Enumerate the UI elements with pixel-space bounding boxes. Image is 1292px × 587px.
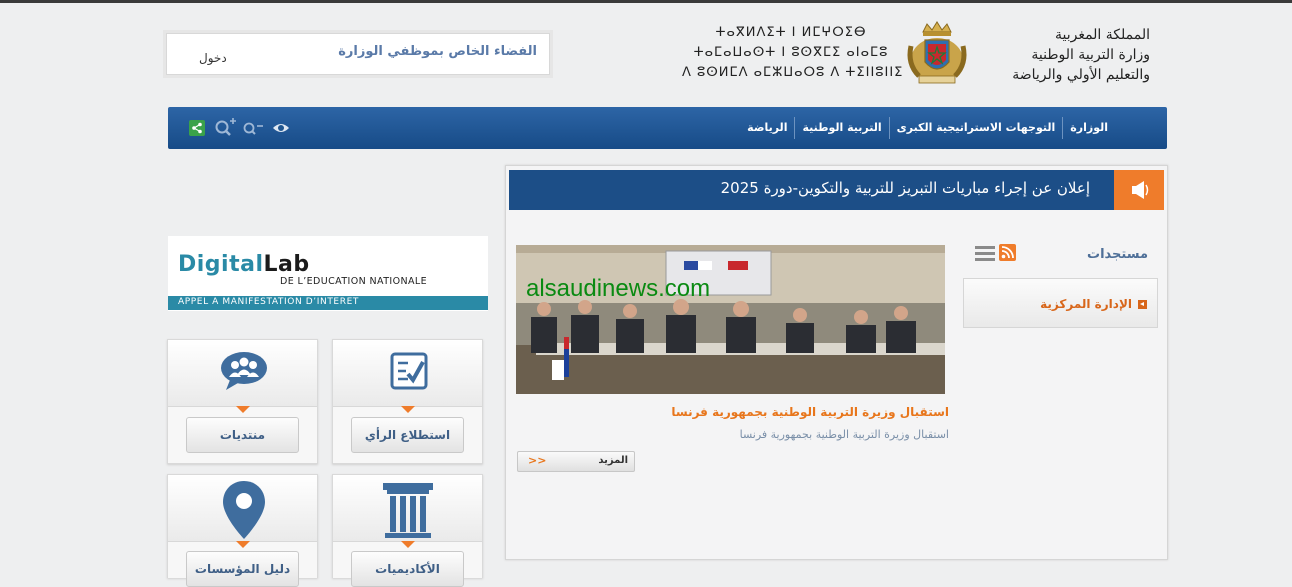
users-group-icon[interactable]	[220, 350, 268, 396]
tile-institutions: دليل المؤسسات	[167, 474, 318, 587]
banner-title-digital: Digital	[178, 252, 264, 277]
news-heading: مستجدات	[1087, 247, 1148, 262]
news-photo-watermark: alsaudinews.com	[526, 275, 711, 302]
top-border	[0, 0, 1292, 3]
digital-lab-title: DigitalLab	[178, 252, 310, 277]
nav-menu: الوزارة التوجهات الاستراتيجية الكبرى الت…	[740, 107, 1115, 149]
login-link[interactable]: دخول	[199, 51, 227, 65]
ministry-ar-line-3: والتعليم الأولي والرياضة	[1012, 67, 1150, 83]
nav-item-national-education[interactable]: التربية الوطنية	[794, 117, 888, 139]
ministry-tf-line-2: ⵜⴰⵎⴰⵡⴰⵙⵜ ⵏ ⵓⵙⴳⵎⵉ ⴰⵏⴰⵎⵓ	[693, 45, 889, 60]
rss-icon[interactable]	[999, 244, 1016, 265]
tile-institutions-header	[168, 475, 317, 542]
megaphone-icon	[1114, 170, 1164, 210]
survey-button[interactable]: استطلاع الرأي	[351, 417, 464, 453]
sidebar-item-label: الإدارة المركزية	[1040, 297, 1132, 311]
tile-pointer	[236, 406, 250, 413]
banner-bar-text: APPEL A MANIFESTATION D’INTERET	[178, 297, 359, 307]
share-icon[interactable]	[186, 117, 208, 139]
academies-button[interactable]: الأكاديميات	[351, 551, 464, 587]
more-button-label: المزيد	[598, 455, 628, 466]
sidebar-menu: الإدارة المركزية	[963, 278, 1158, 328]
sidebar-item-central-administration[interactable]: الإدارة المركزية	[1040, 297, 1147, 311]
zoom-out-icon[interactable]	[242, 117, 264, 139]
ministry-ar-line-1: المملكة المغربية	[1054, 27, 1150, 43]
institutions-guide-button[interactable]: دليل المؤسسات	[186, 551, 299, 587]
tile-pointer	[236, 541, 250, 548]
checklist-icon[interactable]	[390, 352, 428, 394]
double-chevron-icon: >>	[528, 454, 547, 467]
nav-item-strategic-orientations[interactable]: التوجهات الاستراتيجية الكبرى	[888, 117, 1063, 139]
banner-bar: APPEL A MANIFESTATION D’INTERET	[168, 296, 488, 310]
tile-pointer	[401, 406, 415, 413]
news-description: استقبال وزيرة التربية الوطنية بجمهورية ف…	[739, 428, 949, 441]
ministry-tf-line-3: ⴷ ⵓⵙⵍⵎⴷ ⴰⵎⵣⵡⴰⵔⵓ ⴷ ⵜⵉⵏⵏⵓⵏⵏⵉ	[682, 65, 904, 80]
banner-title-lab: Lab	[263, 252, 310, 277]
tile-survey: استطلاع الرأي	[332, 339, 483, 464]
nav-tools	[186, 117, 292, 139]
nav-item-sports[interactable]: الرياضة	[740, 117, 794, 139]
list-menu-icon[interactable]	[975, 245, 995, 265]
building-columns-icon[interactable]	[381, 481, 435, 543]
forums-button[interactable]: منتديات	[186, 417, 299, 453]
staff-login-box: الفضاء الخاص بموظفي الوزارة دخول	[166, 33, 550, 75]
digital-lab-banner[interactable]: DigitalLab DE L’EDUCATION NATIONALE APPE…	[168, 236, 488, 311]
announcement-text[interactable]: إعلان عن إجراء مباريات التبريز للتربية و…	[721, 179, 1090, 197]
news-photo[interactable]: alsaudinews.com	[516, 245, 945, 394]
tile-forums-header	[168, 340, 317, 407]
ministry-name-tifinagh: ⵜⴰⴳⵍⴷⵉⵜ ⵏ ⵍⵎⵖⵔⵉⴱ ⵜⴰⵎⴰⵡⴰⵙⵜ ⵏ ⵓⵙⴳⵎⵉ ⴰⵏⴰⵎⵓ …	[682, 23, 904, 83]
news-title-link[interactable]: استقبال وزيرة التربية الوطنية بجمهورية ف…	[671, 405, 949, 419]
banner-subtitle: DE L’EDUCATION NATIONALE	[280, 276, 427, 287]
staff-space-title: الفضاء الخاص بموظفي الوزارة	[338, 44, 537, 59]
ministry-ar-line-2: وزارة التربية الوطنية	[1031, 47, 1150, 63]
ministry-name-arabic: المملكة المغربية وزارة التربية الوطنية و…	[1012, 25, 1150, 85]
more-button[interactable]: المزيد >>	[517, 451, 635, 472]
main-navbar: الوزارة التوجهات الاستراتيجية الكبرى الت…	[168, 107, 1167, 149]
royal-emblem-logo[interactable]	[903, 20, 971, 86]
tile-survey-header	[333, 340, 482, 407]
map-pin-icon[interactable]	[221, 479, 267, 545]
tile-forums: منتديات	[167, 339, 318, 464]
accessibility-eye-icon[interactable]	[270, 117, 292, 139]
ministry-tf-line-1: ⵜⴰⴳⵍⴷⵉⵜ ⵏ ⵍⵎⵖⵔⵉⴱ	[715, 25, 867, 40]
announcement-bar[interactable]: إعلان عن إجراء مباريات التبريز للتربية و…	[509, 170, 1164, 210]
nav-item-ministry[interactable]: الوزارة	[1062, 117, 1115, 139]
tile-academies: الأكاديميات	[332, 474, 483, 587]
zoom-in-icon[interactable]	[214, 117, 236, 139]
tile-academies-header	[333, 475, 482, 542]
tile-pointer	[401, 541, 415, 548]
arrow-bullet-icon	[1138, 299, 1147, 309]
